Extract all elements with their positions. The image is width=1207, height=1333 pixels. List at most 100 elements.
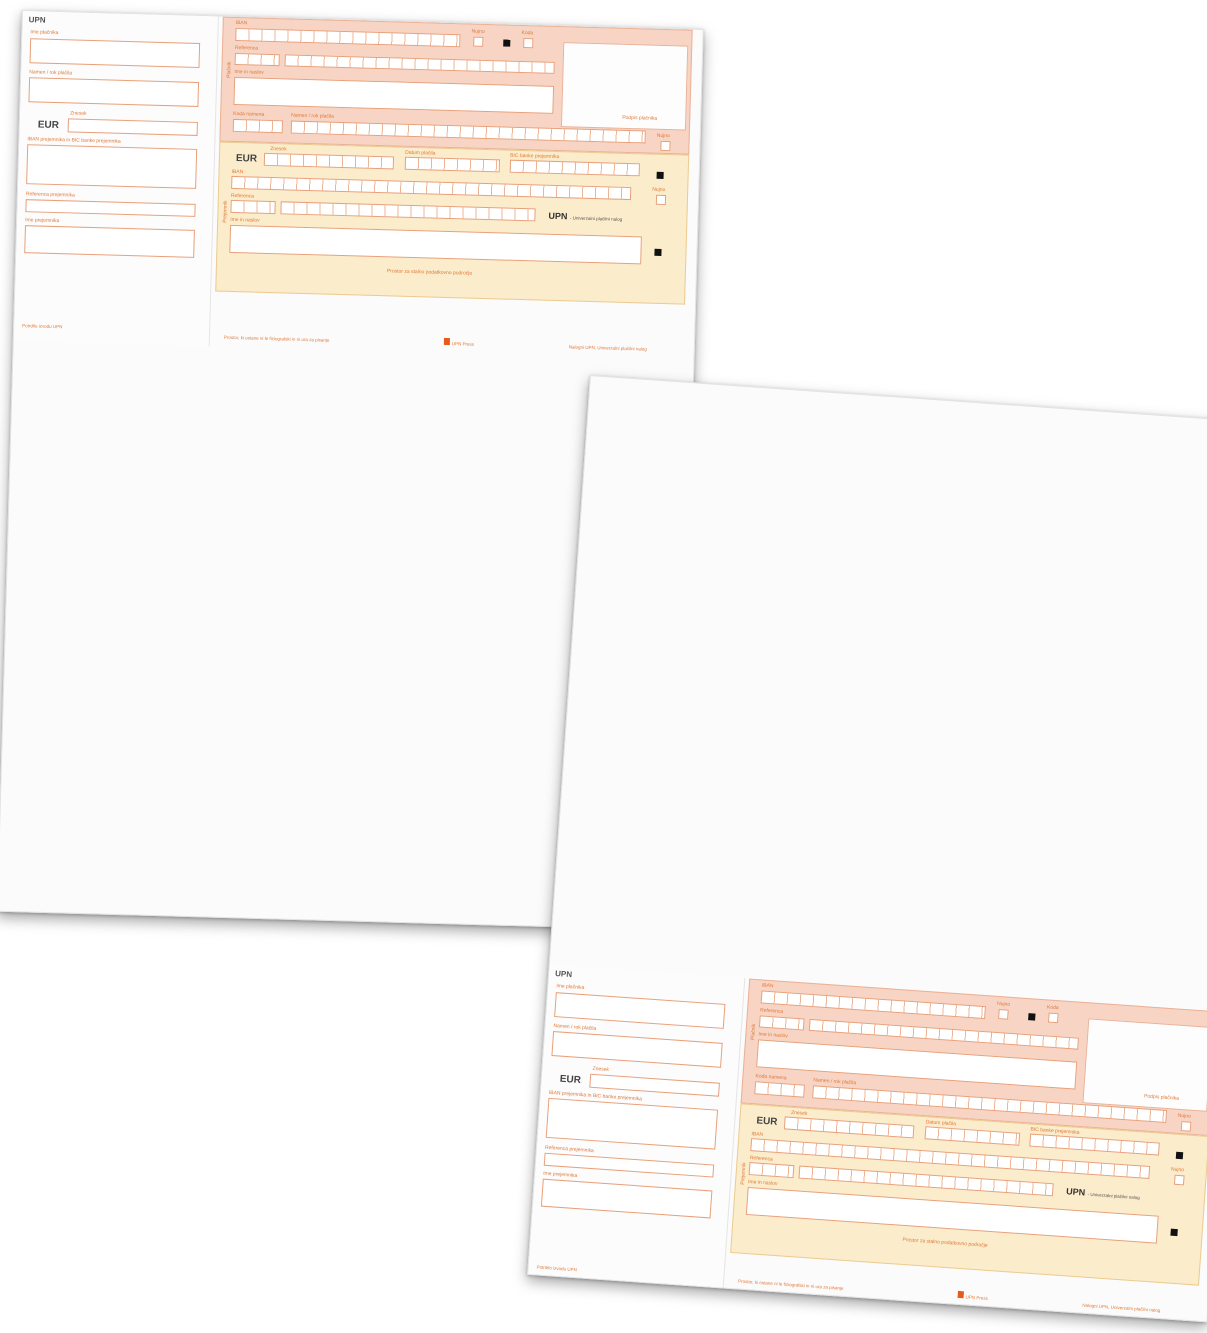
bottom-marker-2: [654, 248, 662, 256]
bottom-currency-label: EUR: [235, 153, 258, 165]
bottom-iban-field[interactable]: [231, 175, 632, 201]
stub-footer: Potrdilo izvodu UPN: [22, 323, 63, 330]
amount-label: Znesek: [70, 110, 87, 117]
purpose-code-label: Koda namena: [755, 1073, 787, 1082]
brand-name: UPN Press: [965, 1294, 988, 1301]
payer-name-label: Ime plačnika: [556, 983, 585, 992]
date-field[interactable]: [924, 1126, 1021, 1146]
bic-field[interactable]: [509, 159, 640, 177]
reference-field[interactable]: [284, 54, 555, 74]
bic-field[interactable]: [1029, 1133, 1160, 1156]
signature-box[interactable]: Podpis plačnika: [1082, 1018, 1207, 1112]
purpose-code-label: Koda namena: [233, 110, 265, 118]
name-address-field[interactable]: [756, 1039, 1078, 1090]
recipient-section: Prejemnik Znesek EUR Datum plačila BIC b…: [730, 1103, 1207, 1286]
signature-label: Podpis plačnika: [1143, 1093, 1180, 1102]
footer-right: Nalogni UPN, Univerzalni plačilni nalog: [1082, 1302, 1161, 1314]
bottom-retrieve-checkbox[interactable]: [1173, 1174, 1185, 1186]
purpose-label: Namen / rok plačila: [29, 69, 73, 77]
bottom-reference-model-field[interactable]: [748, 1162, 795, 1179]
bottom-iban-label: IBAN: [751, 1131, 764, 1138]
signature-label: Podpis plačnika: [622, 114, 658, 122]
reference-label: Referenca: [759, 1007, 784, 1016]
bottom-marker-1: [656, 171, 664, 179]
upn-label: UPN: [554, 969, 573, 980]
iban-bic-field[interactable]: [26, 144, 198, 189]
payer-side-label: Plačnik: [750, 1023, 758, 1041]
code-label: Koda: [1046, 1004, 1059, 1012]
reference-field[interactable]: [25, 199, 196, 217]
urgent-label: Nujno: [996, 1000, 1011, 1008]
recipient-side-label: Prejemnik: [222, 200, 229, 223]
footer-left: Prostor, ki ostane ni le fiziografski in…: [737, 1278, 844, 1291]
purpose-label: Namen / rok plačila: [291, 112, 335, 120]
purpose-field[interactable]: [551, 1031, 723, 1068]
name-address-label: Ime in naslov: [234, 68, 264, 76]
bottom-reference-field[interactable]: [280, 201, 536, 222]
reference-model-field[interactable]: [234, 52, 280, 67]
bottom-reference-model-field[interactable]: [230, 199, 276, 215]
retrieve-checkbox[interactable]: [1180, 1121, 1192, 1132]
recipient-name-label: Ime prejemnika: [25, 217, 60, 225]
receipt-stub: UPN Ime plačnika Namen / rok plačila Zne…: [527, 964, 746, 1308]
recipient-name-field[interactable]: [24, 225, 195, 258]
recipient-name-field[interactable]: [540, 1178, 713, 1219]
iban-field[interactable]: [760, 990, 986, 1020]
bottom-name-address-label: Ime in naslov: [230, 216, 260, 224]
purpose-code-field[interactable]: [232, 118, 284, 134]
bottom-amount-field[interactable]: [263, 152, 395, 170]
urgent-checkbox[interactable]: [998, 1009, 1009, 1020]
iban-label: IBAN: [235, 19, 248, 27]
urgent-checkbox[interactable]: [473, 36, 484, 47]
bottom-retrieve-checkbox[interactable]: [655, 194, 667, 206]
urgent-label: Nujno: [471, 28, 485, 35]
amount-field[interactable]: [67, 118, 198, 136]
bottom-iban-label: IBAN: [231, 168, 244, 176]
date-label: Datum plačila: [405, 149, 436, 157]
iban-bic-field[interactable]: [545, 1097, 719, 1150]
name-address-field[interactable]: [233, 76, 555, 114]
bottom-name-address-label: Ime in naslov: [747, 1179, 778, 1188]
payer-name-field[interactable]: [554, 992, 726, 1029]
upn-form-2: UPN Ime plačnika Namen / rok plačila Zne…: [527, 964, 1207, 1323]
brand-logo: [957, 1290, 964, 1299]
brand-name: UPN Press: [451, 341, 475, 347]
bottom-retrieve-label: Nujno: [652, 186, 666, 194]
form-sheet-2: UPN Ime plačnika Namen / rok plačila Zne…: [527, 375, 1207, 1323]
stub-footer: Potrdilo izvodu UPN: [536, 1264, 578, 1273]
receipt-stub: UPN Ime plačnika Namen / rok plačila Zne…: [13, 11, 219, 347]
retrieve-checkbox[interactable]: [660, 140, 671, 152]
code-checkbox[interactable]: [523, 38, 534, 49]
iban-label: IBAN: [761, 982, 774, 990]
name-address-label: Ime in naslov: [758, 1031, 789, 1040]
brand-logo: [443, 337, 451, 346]
signature-box[interactable]: Podpis plačnika: [560, 42, 689, 131]
purpose-field[interactable]: [28, 77, 200, 107]
bottom-reference-field[interactable]: [798, 1165, 1054, 1197]
code-label: Koda: [521, 29, 534, 37]
recipient-section: Prejemnik Znesek EUR Datum plačila BIC b…: [215, 141, 690, 305]
upn-label: UPN: [28, 15, 46, 25]
bottom-currency-label: EUR: [755, 1115, 778, 1128]
recipient-side-label: Prejemnik: [739, 1162, 748, 1185]
iban-field[interactable]: [235, 27, 461, 48]
payer-section: Plačnik IBAN Nujno Koda Referenca Ime in…: [219, 16, 693, 155]
amount-label: Znesek: [592, 1065, 610, 1074]
bottom-reference-label: Referenca: [230, 192, 255, 200]
notice-label: Prostor za stalno podatkovno področje: [386, 268, 473, 277]
purpose-code-field[interactable]: [754, 1081, 806, 1098]
payer-name-field[interactable]: [29, 38, 201, 68]
footer-right: Nalogni UPN, Univerzalni plačilni nalog: [568, 344, 647, 352]
payer-side-label: Plačnik: [226, 61, 233, 78]
code-checkbox[interactable]: [1047, 1012, 1059, 1024]
bottom-amount-label: Znesek: [270, 145, 287, 153]
bottom-amount-field[interactable]: [783, 1116, 915, 1139]
currency-label: EUR: [37, 119, 60, 132]
reference-model-field[interactable]: [758, 1015, 805, 1031]
notice-label: Prostor za stalno podatkovno področje: [902, 1236, 988, 1249]
payer-name-label: Ime plačnika: [30, 29, 59, 37]
date-field[interactable]: [404, 156, 501, 173]
upn-form-1: UPN Ime plačnika Namen / rok plačila Zne…: [13, 11, 703, 360]
bottom-name-address-field[interactable]: [229, 224, 642, 265]
reference-label: Referenca prejemnika: [25, 191, 75, 199]
